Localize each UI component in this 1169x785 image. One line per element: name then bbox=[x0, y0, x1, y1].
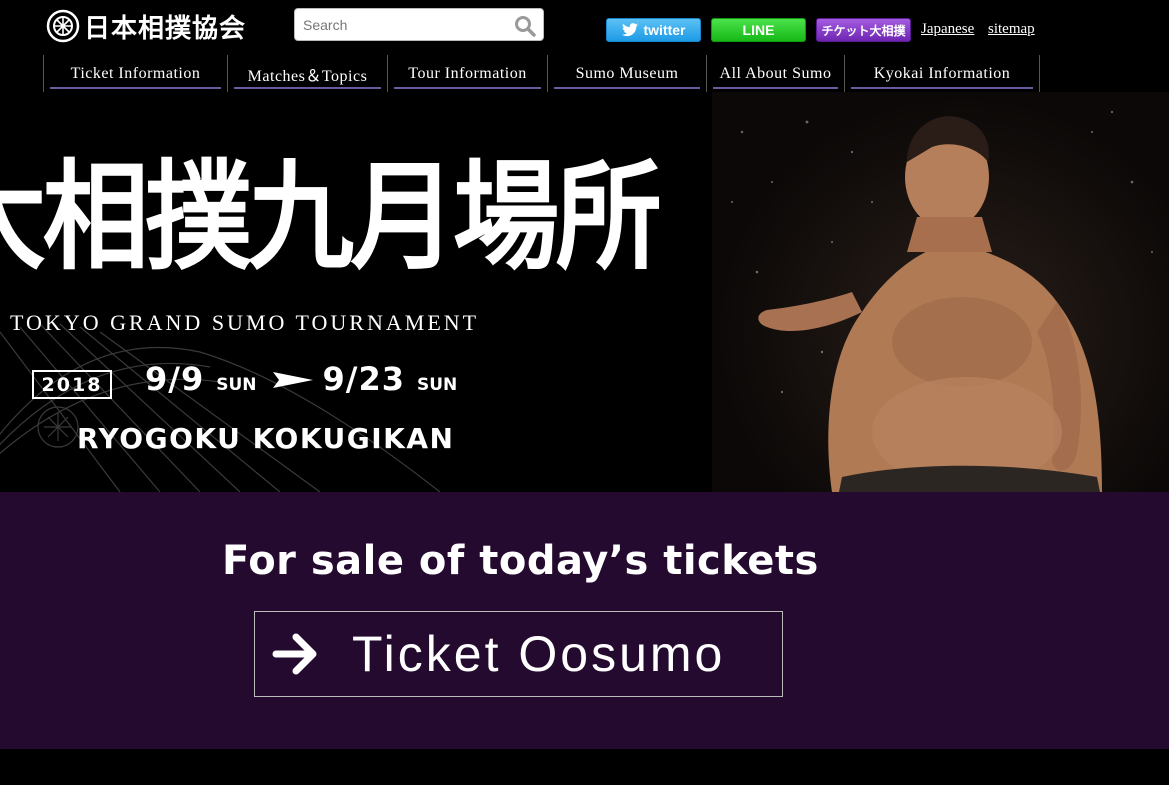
twitter-bird-icon bbox=[621, 23, 638, 37]
twitter-button[interactable]: twitter bbox=[606, 18, 701, 42]
hero-banner[interactable]: 大相撲九月場所 TOKYO GRAND SUMO TOURNAMENT 2018… bbox=[0, 92, 1169, 492]
todays-tickets-heading: For sale of today’s tickets bbox=[222, 538, 819, 584]
nav-item-sumo-museum[interactable]: Sumo Museum bbox=[548, 55, 707, 92]
hero-subtitle: TOKYO GRAND SUMO TOURNAMENT bbox=[10, 310, 480, 335]
site-header: 日本相撲協会 twitter LINE チケット大相撲 Japanese sit… bbox=[0, 0, 1169, 92]
ticket-oosumo-label: Ticket Oosumo bbox=[352, 626, 726, 682]
footer-strip bbox=[0, 749, 1169, 785]
line-button[interactable]: LINE bbox=[711, 18, 806, 42]
wrestler-image bbox=[731, 110, 1153, 492]
sitemap-link[interactable]: sitemap bbox=[988, 21, 1035, 38]
arrow-right-icon bbox=[272, 372, 313, 388]
main-nav: Ticket Information Matches＆Topics Tour I… bbox=[43, 55, 1040, 92]
hero-dates: 9/9 SUN 9/23 SUN bbox=[145, 360, 457, 398]
hero-title-japanese: 大相撲九月場所 bbox=[0, 147, 662, 286]
start-date: 9/9 bbox=[145, 360, 205, 398]
ticket-oosumo-button[interactable]: Ticket Oosumo bbox=[254, 611, 783, 697]
logo-text: 日本相撲協会 bbox=[84, 13, 247, 44]
arrow-right-icon bbox=[272, 633, 317, 675]
crest-icon bbox=[46, 9, 80, 43]
ticket-oosumo-header-label: チケット大相撲 bbox=[821, 23, 906, 38]
nav-item-all-about-sumo[interactable]: All About Sumo bbox=[707, 55, 845, 92]
search-input[interactable] bbox=[295, 9, 505, 40]
todays-tickets-section: For sale of today’s tickets Ticket Oosum… bbox=[0, 492, 1169, 749]
end-day: SUN bbox=[416, 375, 458, 395]
hero-venue: RYOGOKU KOKUGIKAN bbox=[77, 422, 455, 455]
nav-item-matches-topics[interactable]: Matches＆Topics bbox=[228, 55, 388, 92]
search-box bbox=[294, 8, 544, 41]
nav-item-tour-information[interactable]: Tour Information bbox=[388, 55, 548, 92]
start-day: SUN bbox=[216, 375, 257, 395]
ticket-oosumo-header-button[interactable]: チケット大相撲 bbox=[816, 18, 911, 42]
wrestler-photo bbox=[712, 92, 1169, 492]
line-label: LINE bbox=[742, 22, 775, 38]
hero-year-badge: 2018 bbox=[32, 370, 112, 399]
end-date: 9/23 bbox=[322, 360, 405, 398]
twitter-label: twitter bbox=[643, 22, 686, 38]
nav-item-kyokai-information[interactable]: Kyokai Information bbox=[845, 55, 1040, 92]
japanese-link[interactable]: Japanese bbox=[921, 21, 974, 38]
search-icon[interactable] bbox=[513, 14, 537, 38]
site-logo[interactable]: 日本相撲協会 bbox=[46, 8, 246, 44]
nav-item-ticket-information[interactable]: Ticket Information bbox=[44, 55, 228, 92]
